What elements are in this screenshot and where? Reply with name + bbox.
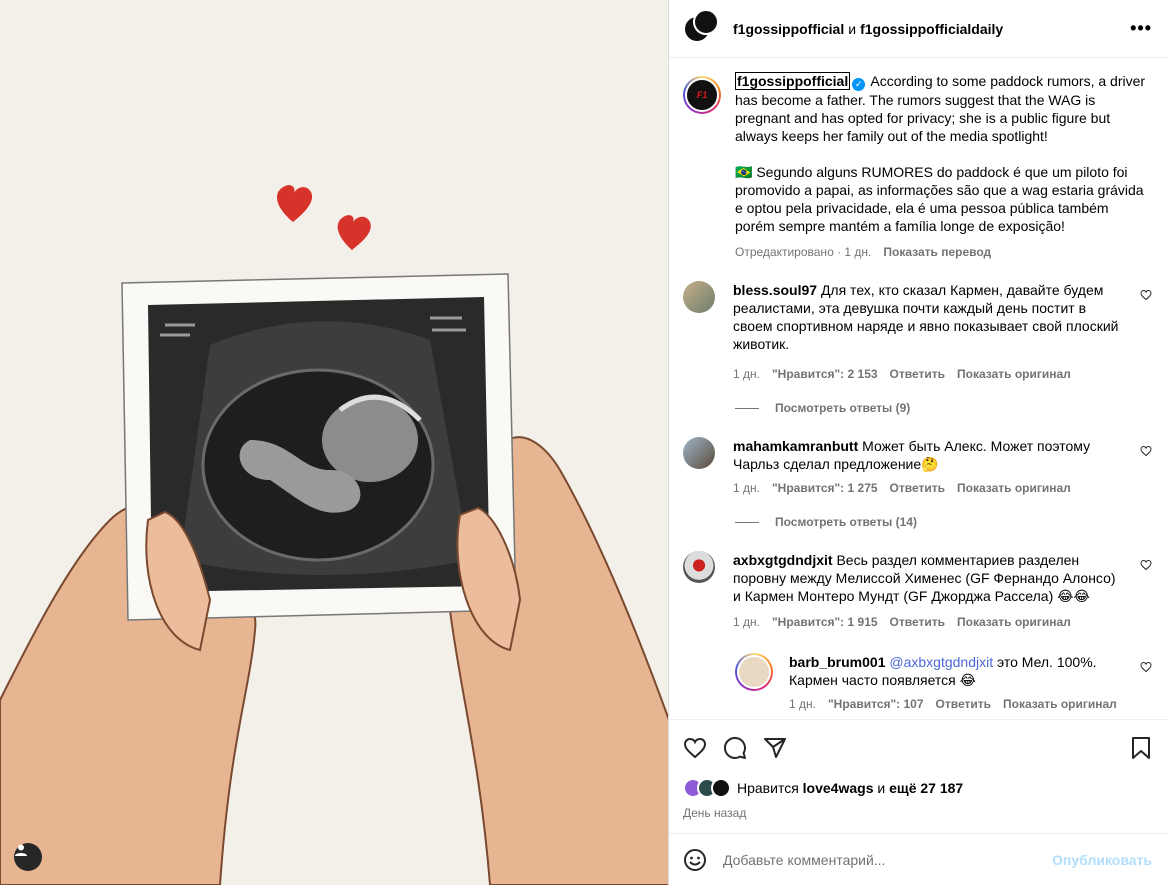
post-caption: F1 f1gossippofficial ✓ According to some … (683, 72, 1152, 259)
comment-time: 1 дн. (733, 367, 760, 381)
translate-link[interactable]: Показать перевод (883, 245, 991, 259)
comment-time: 1 дн. (733, 615, 760, 629)
comment-icon[interactable] (723, 736, 747, 760)
view-replies-label: Посмотреть ответы (14) (775, 515, 917, 529)
reply-time: 1 дн. (789, 697, 816, 711)
reply-button[interactable]: Ответить (890, 367, 945, 381)
comment-input[interactable]: Добавьте комментарий... (723, 852, 1052, 868)
comments-scroll-area[interactable]: F1 f1gossippofficial ✓ According to some … (669, 58, 1168, 719)
verified-icon: ✓ (852, 78, 866, 91)
reply-item: barb_brum001 @axbxgtgdndjxit это Мел. 10… (735, 653, 1152, 711)
post-date: День назад (683, 806, 747, 820)
comment-time: 1 дн. (733, 481, 760, 495)
show-original-link[interactable]: Показать оригинал (957, 615, 1071, 629)
like-comment-icon[interactable] (1140, 289, 1152, 301)
share-icon[interactable] (763, 736, 787, 760)
comment-item: axbxgtgdndjxit Весь раздел комментариев … (683, 551, 1152, 629)
post-details-panel: f1gossippofficial и f1gossippofficialdaily… (669, 0, 1168, 885)
post-image[interactable] (0, 0, 669, 885)
tagged-users-button[interactable] (14, 843, 42, 871)
reply-username[interactable]: barb_brum001 (789, 654, 885, 670)
user-icon (15, 844, 27, 856)
save-bookmark-icon[interactable] (1130, 736, 1152, 760)
liker-username[interactable]: love4wags (803, 780, 874, 796)
like-comment-icon[interactable] (1140, 445, 1152, 457)
reply-button[interactable]: Ответить (890, 615, 945, 629)
post-authors: f1gossippofficial и f1gossippofficialdaily (733, 21, 1130, 37)
likes-summary: Нравится love4wags и ещё 27 187 (683, 778, 1152, 798)
avatar[interactable] (683, 437, 715, 469)
likes-prefix: Нравится (737, 780, 799, 796)
reply-button[interactable]: Ответить (890, 481, 945, 495)
comment-item: mahamkamranbutt Может быть Алекс. Может … (683, 437, 1152, 495)
show-original-link[interactable]: Показать оригинал (957, 367, 1071, 381)
like-icon[interactable] (683, 736, 707, 760)
author-avatar[interactable]: F1 (683, 76, 721, 114)
authors-conjunction: и (848, 20, 857, 37)
like-comment-icon[interactable] (1140, 661, 1152, 673)
post-comment-button[interactable]: Опубликовать (1052, 852, 1152, 868)
show-original-link[interactable]: Показать оригинал (957, 481, 1071, 495)
post-actions: Нравится love4wags и ещё 27 187 День наз… (669, 719, 1168, 820)
caption-text-pt: 🇧🇷 Segundo alguns RUMORES do paddock é q… (735, 164, 1144, 234)
comment-likes[interactable]: "Нравится": 2 153 (772, 367, 878, 381)
liker-avatars (683, 778, 731, 798)
show-original-link[interactable]: Показать оригинал (1003, 697, 1117, 711)
like-comment-icon[interactable] (1140, 559, 1152, 571)
likes-and: и (877, 780, 886, 796)
collab-avatars[interactable] (683, 8, 719, 47)
comment-username[interactable]: mahamkamranbutt (733, 438, 858, 454)
reply-button[interactable]: Ответить (936, 697, 991, 711)
likes-count-link[interactable]: ещё 27 187 (889, 780, 963, 796)
post-header: f1gossippofficial и f1gossippofficialdaily… (669, 0, 1168, 58)
comment-username[interactable]: axbxgtgdndjxit (733, 552, 833, 568)
avatar[interactable] (735, 653, 773, 691)
author-link[interactable]: f1gossippofficial (733, 21, 844, 37)
view-replies-button[interactable]: Посмотреть ответы (9) (735, 401, 1152, 415)
ultrasound-illustration (0, 0, 668, 885)
comment-likes[interactable]: "Нравится": 1 915 (772, 615, 878, 629)
author-link[interactable]: f1gossippofficialdaily (860, 21, 1003, 37)
emoji-icon[interactable] (683, 848, 707, 872)
edited-label: Отредактировано · 1 дн. (735, 245, 872, 259)
comment-composer: Добавьте комментарий... Опубликовать (669, 833, 1168, 885)
comment-item: bless.soul97 Для тех, кто сказал Кармен,… (683, 281, 1152, 381)
reply-mention[interactable]: @axbxgtgdndjxit (889, 654, 993, 670)
view-replies-label: Посмотреть ответы (9) (775, 401, 911, 415)
comment-likes[interactable]: "Нравится": 1 275 (772, 481, 878, 495)
reply-likes[interactable]: "Нравится": 107 (828, 697, 924, 711)
avatar[interactable] (683, 551, 715, 583)
more-options-icon[interactable]: ••• (1130, 18, 1152, 39)
avatar (693, 8, 719, 35)
view-replies-button[interactable]: Посмотреть ответы (14) (735, 515, 1152, 529)
comment-username[interactable]: bless.soul97 (733, 282, 817, 298)
caption-username[interactable]: f1gossippofficial (735, 72, 851, 90)
avatar[interactable] (683, 281, 715, 313)
